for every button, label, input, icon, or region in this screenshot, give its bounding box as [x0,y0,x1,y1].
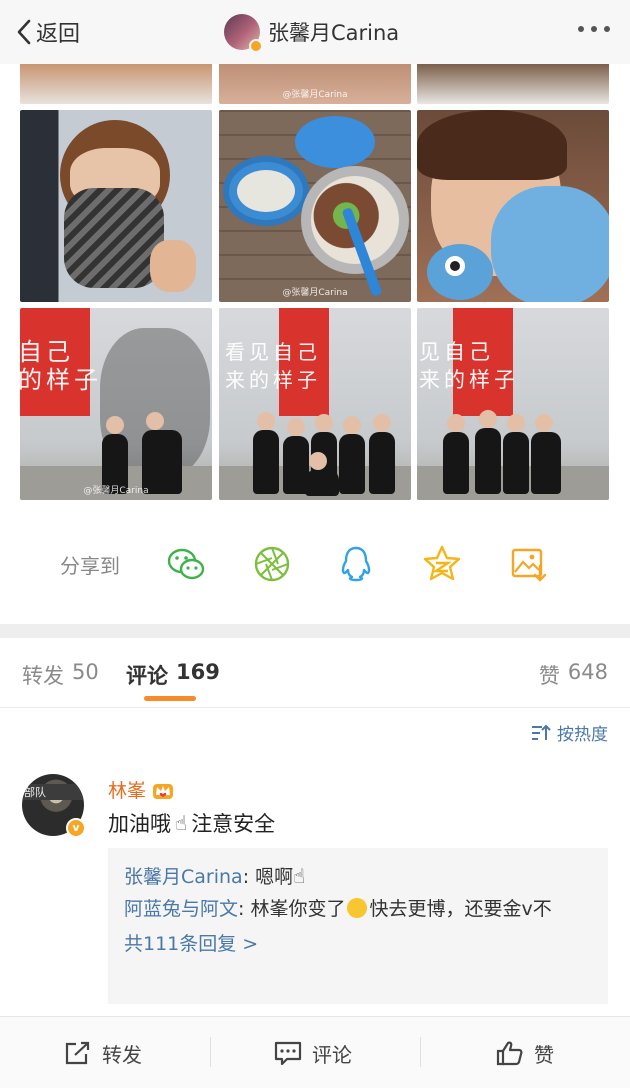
tab-repost-label: 转发 [22,664,64,688]
photo-watermark: @张馨月Carina [282,288,348,298]
reply-text: 嗯啊 [255,866,294,888]
save-image-icon[interactable] [508,544,548,584]
reply-item: 张馨月Carina: 嗯啊☝ [124,860,592,893]
thumbs-up-icon [496,1041,523,1066]
tab-like-label: 赞 [538,664,560,688]
photo-thumbnail[interactable]: 自己 的样子 @张馨月Carina [20,308,212,500]
poster-text: 看见自己 来的样子 [225,340,321,392]
qq-icon[interactable] [336,544,376,584]
comment-text-before: 加油哦 [108,812,171,836]
back-label: 返回 [36,22,81,47]
section-divider [0,624,630,638]
reply-text-after: 快去更博，还要金v不 [369,898,552,920]
divider [420,1037,421,1067]
tab-bar: 转发 50 评论 169 赞 648 [0,638,630,708]
avatar-caption: 部队 [22,784,84,800]
wechat-icon[interactable] [166,544,206,584]
verified-badge-icon [249,39,263,53]
comment-icon [274,1041,302,1066]
repost-button[interactable]: 转发 [64,1039,142,1067]
more-replies-link[interactable]: 共111条回复 > [124,929,592,956]
chevron-left-icon [17,19,31,45]
photo-watermark: @张馨月Carina [83,486,149,496]
reply-box[interactable]: 张馨月Carina: 嗯啊☝ 阿蓝兔与阿文: 林峯你变了 快去更博，还要金v不 共… [108,848,608,1004]
photo-thumbnail[interactable]: 见自己 来的样子 [417,308,609,500]
more-options-icon[interactable] [578,26,610,32]
reply-user[interactable]: 张馨月Carina [124,866,243,888]
finger-heart-emoji-icon: ☝ [293,864,306,888]
avatar [224,14,263,53]
photo-thumbnail[interactable] [417,110,609,302]
verified-badge-icon: v [66,818,86,838]
finger-heart-emoji-icon: ☝ [175,811,188,835]
thinking-emoji-icon [347,898,368,918]
poster-text: 自己 的样子 [20,338,102,394]
sort-label: 按热度 [557,725,608,745]
qzone-icon[interactable] [422,544,462,584]
photo-thumbnail[interactable] [20,64,212,104]
photo-thumbnail[interactable]: 看见自己 来的样子 [219,308,411,500]
vip-crown-icon [153,783,174,799]
top-nav-bar: 返回 张馨月Carina [0,0,630,64]
repost-label: 转发 [102,1042,142,1067]
tab-comment[interactable]: 评论 169 [126,660,220,690]
tab-like-count: 648 [567,660,608,684]
commenter-name-text: 林峯 [108,780,147,802]
photo-grid: @张馨月Carina @张馨月Carina 自己 的样子 @张馨月Carina … [0,64,630,508]
tab-repost[interactable]: 转发 50 [22,660,99,690]
tab-comment-count: 169 [176,660,220,684]
share-bar: 分享到 [0,508,630,624]
like-label: 赞 [534,1042,554,1067]
tab-comment-label: 评论 [126,664,168,688]
reply-separator: : [242,866,256,888]
repost-icon [65,1041,90,1065]
comment-text-after: 注意安全 [191,812,276,836]
comment-label: 评论 [312,1042,352,1067]
tab-like[interactable]: 赞 648 [539,660,608,690]
back-button[interactable]: 返回 [16,14,80,50]
photo-watermark: @张馨月Carina [282,90,348,100]
sort-by-hot-button[interactable]: 按热度 [531,720,608,745]
commenter-name[interactable]: 林峯 [108,776,174,803]
photo-thumbnail[interactable] [20,110,212,302]
photo-thumbnail[interactable]: @张馨月Carina [219,110,411,302]
bottom-action-bar: 转发 评论 赞 [0,1016,630,1088]
poster-text: 见自己 来的样子 [419,340,519,392]
profile-title[interactable]: 张馨月Carina [224,14,400,53]
photo-thumbnail[interactable]: @张馨月Carina [219,64,411,104]
tab-repost-count: 50 [72,660,99,684]
divider [210,1037,211,1067]
active-tab-indicator [144,696,196,701]
reply-text-before: 林峯你变了 [250,898,346,920]
reply-separator: : [238,898,251,920]
moments-icon[interactable] [252,544,292,584]
sort-icon [532,724,551,740]
like-button[interactable]: 赞 [496,1039,554,1067]
user-name: 张馨月Carina [268,21,400,45]
reply-item: 阿蓝兔与阿文: 林峯你变了 快去更博，还要金v不 [124,893,592,925]
reply-user[interactable]: 阿蓝兔与阿文 [124,898,238,920]
photo-thumbnail[interactable] [417,64,609,104]
comment-button[interactable]: 评论 [274,1039,352,1067]
share-label: 分享到 [60,554,120,578]
comment-text: 加油哦 ☝ 注意安全 [108,808,275,838]
